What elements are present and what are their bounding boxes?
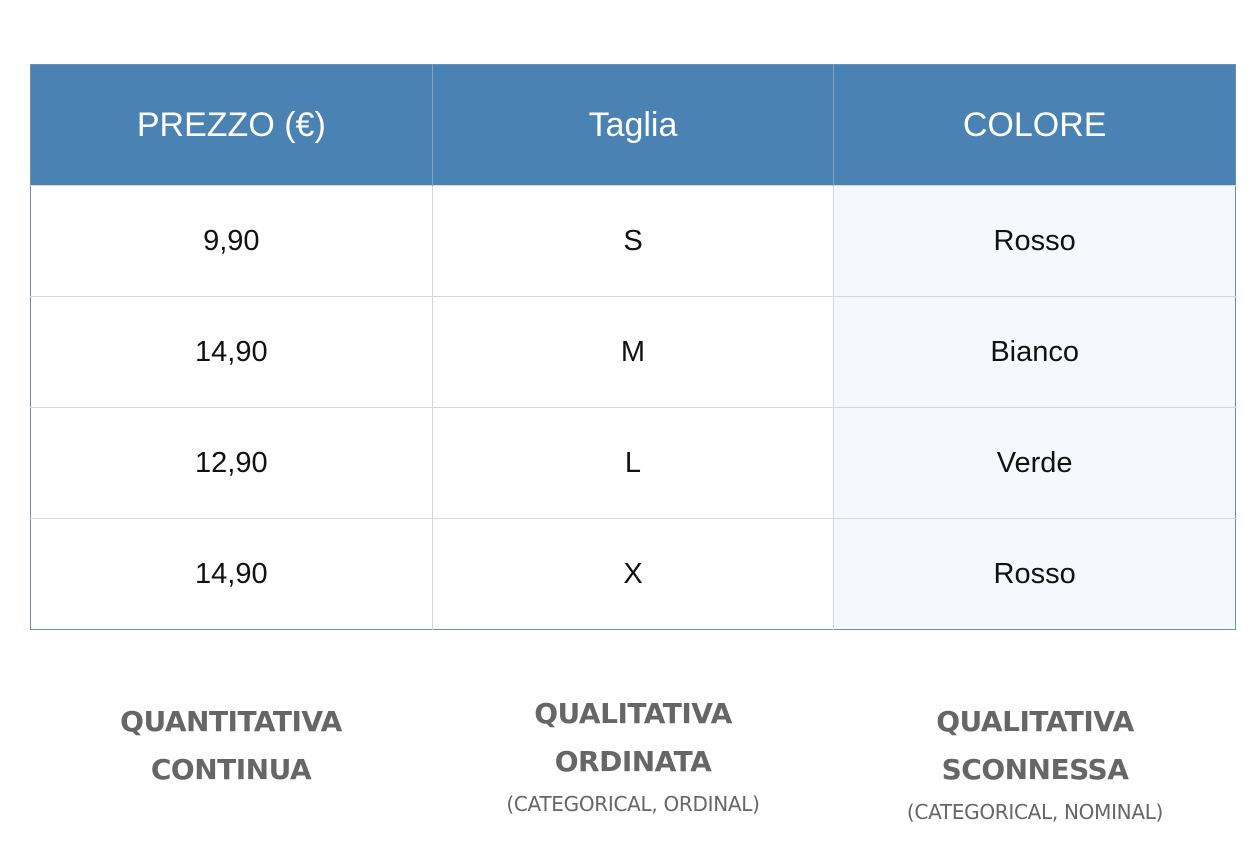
cell-colore: Verde [833,407,1236,519]
label-line1: QUALITATIVA [534,697,732,730]
label-quantitativa-continua: QUANTITATIVA CONTINUA [30,698,432,794]
table-row: 9,90 S Rosso [30,185,1236,297]
table-row: 14,90 M Bianco [30,296,1236,408]
cell-colore: Rosso [833,185,1236,297]
table-row: 14,90 X Rosso [30,518,1236,630]
cell-prezzo: 12,90 [30,407,433,519]
header-taglia: Taglia [432,64,835,186]
cell-colore: Rosso [833,518,1236,630]
header-row: PREZZO (€) Taglia COLORE [30,64,1236,186]
label-line1: QUANTITATIVA [120,705,342,738]
label-line2: SCONNESSA [941,753,1129,786]
variables-table: PREZZO (€) Taglia COLORE 9,90 S Rosso 14… [30,64,1236,630]
cell-taglia: M [432,296,835,408]
cell-prezzo: 14,90 [30,296,433,408]
cell-colore: Bianco [833,296,1236,408]
label-qualitativa-sconnessa: QUALITATIVA SCONNESSA (CATEGORICAL, NOMI… [834,698,1236,826]
header-colore: COLORE [833,64,1236,186]
table-row: 12,90 L Verde [30,407,1236,519]
header-prezzo: PREZZO (€) [30,64,433,186]
label-line1: QUALITATIVA [936,705,1134,738]
label-sub: (CATEGORICAL, ORDINAL) [506,792,760,816]
cell-taglia: X [432,518,835,630]
label-qualitativa-ordinata: QUALITATIVA ORDINATA (CATEGORICAL, ORDIN… [432,690,834,818]
cell-taglia: L [432,407,835,519]
page: PREZZO (€) Taglia COLORE 9,90 S Rosso 14… [0,0,1258,862]
variable-type-labels: QUANTITATIVA CONTINUA QUALITATIVA ORDINA… [30,690,1236,850]
cell-taglia: S [432,185,835,297]
cell-prezzo: 9,90 [30,185,433,297]
label-line2: CONTINUA [150,753,312,786]
cell-prezzo: 14,90 [30,518,433,630]
label-line2: ORDINATA [554,745,712,778]
label-sub: (CATEGORICAL, NOMINAL) [906,800,1164,824]
